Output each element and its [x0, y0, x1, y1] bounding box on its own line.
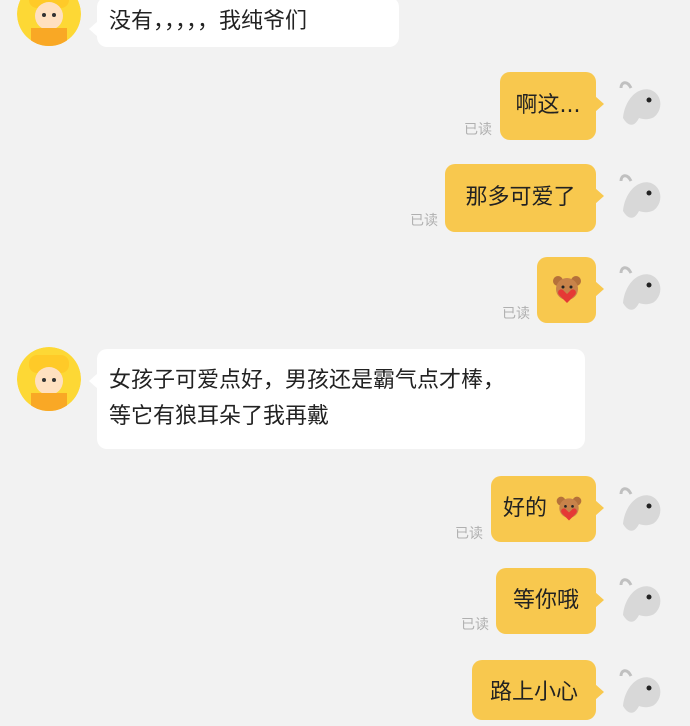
dog-sketch-icon	[605, 255, 669, 319]
self-avatar[interactable]	[605, 476, 669, 540]
read-receipt: 已读	[502, 306, 530, 322]
chat-window: 没有，，，，，我纯爷们 已读 啊这... 已读 那多可爱了 已读 女孩子可爱点好…	[0, 0, 690, 722]
dog-sketch-icon	[605, 70, 669, 134]
read-receipt: 已读	[455, 526, 483, 542]
message-bubble-sent[interactable]: 啊这...	[500, 72, 604, 140]
message-text: 等你哦	[512, 588, 579, 613]
message-bubble-sent[interactable]: 等你哦	[496, 568, 604, 634]
message-bubble-sent[interactable]: 好的	[491, 476, 604, 542]
message-text: 路上小心	[489, 680, 578, 705]
contact-avatar[interactable]	[17, 0, 81, 46]
self-avatar[interactable]	[605, 163, 669, 227]
dog-sketch-icon	[605, 567, 669, 631]
self-avatar[interactable]	[605, 567, 669, 631]
bear-heart-icon	[552, 276, 581, 303]
message-text: 好的	[502, 496, 547, 521]
message-text-line: 女孩子可爱点好，男孩还是霸气点才棒，	[109, 368, 506, 393]
message-bubble-sent[interactable]	[537, 257, 604, 323]
message-text: 没有，，，，，我纯爷们	[109, 9, 308, 34]
message-text: 那多可爱了	[465, 185, 576, 210]
dog-sketch-icon	[605, 476, 669, 540]
message-text-line: 等它有狼耳朵了我再戴	[109, 404, 330, 429]
dog-sketch-icon	[605, 658, 669, 722]
read-receipt: 已读	[464, 122, 492, 138]
message-bubble-received[interactable]: 女孩子可爱点好，男孩还是霸气点才棒， 等它有狼耳朵了我再戴	[89, 349, 585, 449]
message-bubble-sent[interactable]: 那多可爱了	[445, 164, 604, 232]
self-avatar[interactable]	[605, 658, 669, 722]
bear-heart-icon	[556, 496, 582, 521]
message-text: 啊这...	[515, 93, 581, 118]
dog-sketch-icon	[605, 163, 669, 227]
read-receipt: 已读	[410, 213, 438, 229]
self-avatar[interactable]	[605, 255, 669, 319]
message-bubble-sent[interactable]: 路上小心	[472, 660, 604, 720]
self-avatar[interactable]	[605, 70, 669, 134]
message-bubble-received[interactable]: 没有，，，，，我纯爷们	[89, 0, 399, 47]
contact-avatar[interactable]	[17, 347, 81, 411]
read-receipt: 已读	[461, 617, 489, 633]
